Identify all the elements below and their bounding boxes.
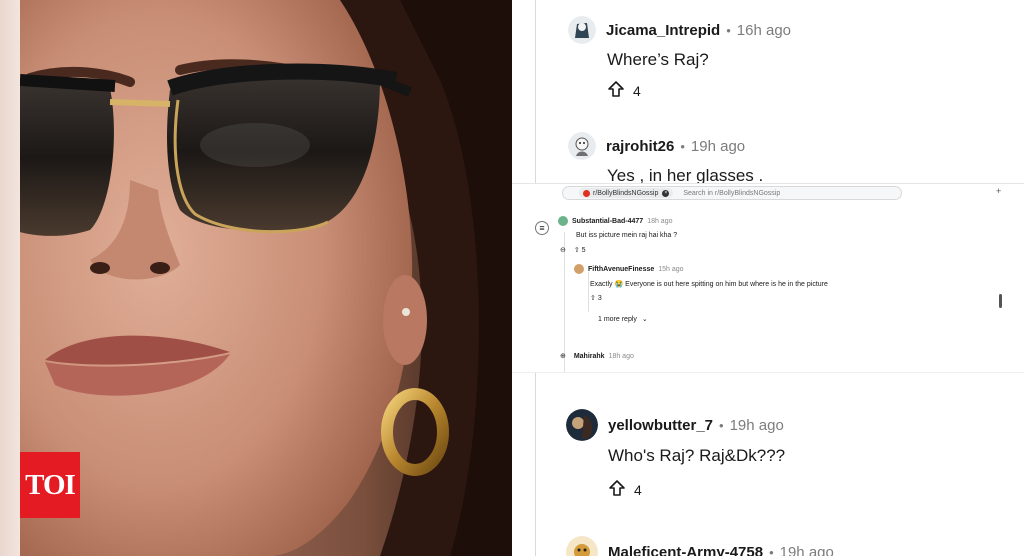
separator: • <box>680 138 685 154</box>
avatar[interactable] <box>574 264 584 274</box>
comment-text: Who's Raj? Raj&Dk??? <box>608 446 786 465</box>
thread-line[interactable] <box>535 0 536 183</box>
vote-count: 3 <box>597 295 602 302</box>
avatar[interactable] <box>566 536 598 556</box>
timestamp: 18h ago <box>647 217 673 225</box>
more-replies-link[interactable]: 1 more reply ⌄ <box>598 315 648 323</box>
upvote-icon[interactable]: ⇧ <box>574 247 580 254</box>
inset-comment-header: Substantial-Bad-4477 18h ago <box>558 216 673 226</box>
avatar[interactable] <box>558 216 568 226</box>
username[interactable]: Maleficent-Army-4758 <box>608 544 763 556</box>
vote-count: 4 <box>633 82 641 99</box>
inset-reply-text: Exactly 😭 Everyone is out here spitting … <box>590 281 828 288</box>
upvote-icon[interactable] <box>608 479 634 500</box>
chevron-down-icon: ⌄ <box>641 316 648 323</box>
timestamp[interactable]: 19h ago <box>730 417 784 434</box>
search-input[interactable]: Search in r/BollyBlindsNGossip <box>683 190 780 197</box>
username[interactable]: Substantial-Bad-4477 <box>572 218 643 225</box>
timestamp[interactable]: 19h ago <box>691 138 745 155</box>
inset-vote-bar: ⇧ 3 <box>590 294 602 302</box>
subreddit-chip[interactable]: r/BollyBlindsNGossip × <box>579 188 674 198</box>
woman-sunglasses-photo <box>20 0 512 556</box>
avatar[interactable] <box>566 409 598 441</box>
embedded-screenshot: r/BollyBlindsNGossip × Search in r/Bolly… <box>512 183 1024 373</box>
avatar[interactable] <box>568 132 596 160</box>
news-photo: TOI <box>0 0 512 556</box>
inset-comment-text: But iss picture mein raj hai kha ? <box>576 232 678 239</box>
username[interactable]: Jicama_Intrepid <box>606 22 720 39</box>
thread-line[interactable] <box>535 373 536 556</box>
inset-reply-header: FifthAvenueFinesse 15h ago <box>574 264 684 274</box>
comment-header: rajrohit26 • 19h ago <box>568 132 745 160</box>
separator: • <box>719 417 724 433</box>
subreddit-icon <box>583 189 590 197</box>
vote-count: 4 <box>634 481 642 498</box>
comment-header: yellowbutter_7 • 19h ago <box>566 409 784 441</box>
separator: • <box>769 544 774 556</box>
comment-text: Where’s Raj? <box>607 50 709 69</box>
timestamp: 15h ago <box>658 265 684 273</box>
avatar[interactable] <box>568 16 596 44</box>
timestamp: 18h ago <box>608 353 634 360</box>
vote-count: 5 <box>581 247 586 254</box>
thread-line[interactable] <box>588 272 589 312</box>
username[interactable]: rajrohit26 <box>606 138 674 155</box>
close-icon[interactable]: × <box>662 189 670 197</box>
scrollbar[interactable] <box>999 294 1002 308</box>
add-icon[interactable]: + <box>996 186 1001 196</box>
collapse-icon[interactable]: ⊖ <box>560 247 566 254</box>
expand-icon[interactable]: ⊕ <box>560 353 566 360</box>
vote-bar: 4 <box>608 479 642 500</box>
comment-header: Maleficent-Army-4758 • 19h ago <box>566 536 834 556</box>
inset-comment-header: ⊕ Mahirahk 18h ago <box>560 352 634 360</box>
username[interactable]: yellowbutter_7 <box>608 417 713 434</box>
upvote-icon[interactable] <box>607 80 633 101</box>
vote-bar: 4 <box>607 80 641 101</box>
username[interactable]: FifthAvenueFinesse <box>588 266 654 273</box>
comment-header: Jicama_Intrepid • 16h ago <box>568 16 791 44</box>
timestamp[interactable]: 16h ago <box>737 22 791 39</box>
upvote-icon[interactable]: ⇧ <box>590 295 596 302</box>
subreddit-search-bar[interactable]: r/BollyBlindsNGossip × Search in r/Bolly… <box>562 186 902 200</box>
collapse-icon[interactable]: ≡ <box>535 221 549 235</box>
toi-logo: TOI <box>20 452 80 518</box>
username[interactable]: Mahirahk <box>574 353 605 360</box>
timestamp[interactable]: 19h ago <box>780 544 834 556</box>
inset-vote-bar: ⊖ ⇧ 5 <box>560 246 586 254</box>
separator: • <box>726 22 731 38</box>
